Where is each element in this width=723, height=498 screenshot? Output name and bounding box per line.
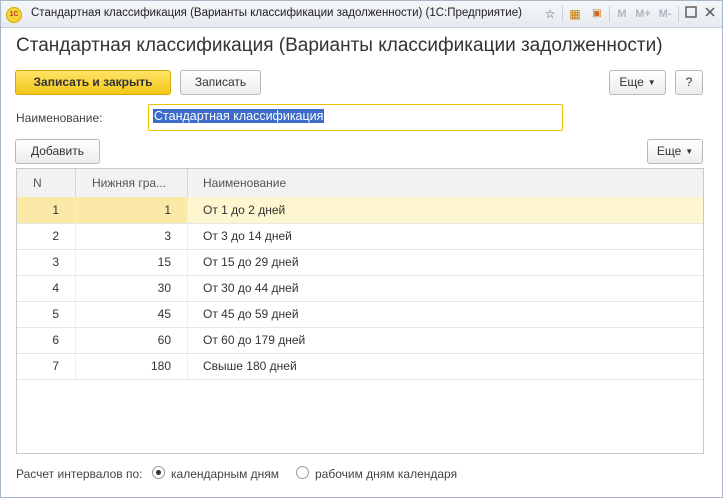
- add-row-button[interactable]: Добавить: [15, 139, 100, 164]
- cell-name: Свыше 180 дней: [203, 359, 297, 373]
- column-header-name[interactable]: Наименование: [188, 169, 703, 197]
- cell-lower-bound: 60: [76, 327, 188, 353]
- more-button[interactable]: Еще ▼: [609, 70, 666, 95]
- memory-plus-button[interactable]: M+: [633, 6, 653, 22]
- cell-n: 2: [17, 223, 76, 249]
- window-title: Стандартная классификация (Варианты клас…: [31, 7, 522, 19]
- cell-lower-bound: 3: [76, 223, 188, 249]
- cell-lower-bound: 180: [76, 353, 188, 379]
- table-row[interactable]: 2 3 От 3 до 14 дней: [17, 223, 703, 250]
- cell-name: От 1 до 2 дней: [203, 203, 286, 217]
- cell-n: 3: [17, 249, 76, 275]
- table-row[interactable]: 5 45 От 45 до 59 дней: [17, 301, 703, 328]
- name-input-value: Стандартная классификация: [153, 109, 325, 123]
- table-more-button-label: Еще: [656, 144, 682, 158]
- cell-lower-bound: 1: [76, 197, 188, 223]
- radio-calendar-days[interactable]: [152, 466, 165, 479]
- cell-lower-bound: 30: [76, 275, 188, 301]
- cell-n: 5: [17, 301, 76, 327]
- 1c-logo-icon[interactable]: 1С: [6, 7, 22, 23]
- interval-calc-label: Расчет интервалов по:: [16, 467, 143, 481]
- cell-lower-bound: 15: [76, 249, 188, 275]
- name-field-label: Наименование:: [16, 111, 103, 125]
- title-bar: 1С Стандартная классификация (Варианты к…: [1, 1, 722, 28]
- cell-n: 7: [17, 353, 76, 379]
- name-input[interactable]: Стандартная классификация: [148, 104, 563, 131]
- intervals-table[interactable]: N Нижняя гра... Наименование 1 1 От 1 до…: [16, 168, 704, 454]
- favorite-star-icon[interactable]: ☆: [542, 6, 558, 22]
- table-header: N Нижняя гра... Наименование: [17, 169, 703, 198]
- toolbar-separator: [562, 6, 563, 22]
- table-row[interactable]: 1 1 От 1 до 2 дней: [17, 197, 703, 224]
- calendar-icon[interactable]: ▣: [589, 6, 605, 22]
- memory-minus-button[interactable]: M-: [655, 6, 675, 22]
- memory-m-button[interactable]: M: [614, 6, 630, 22]
- cell-name: От 3 до 14 дней: [203, 229, 292, 243]
- radio-calendar-days-label[interactable]: календарным дням: [171, 467, 279, 481]
- cell-n: 1: [17, 197, 76, 223]
- table-more-button[interactable]: Еще ▼: [647, 139, 703, 164]
- help-button[interactable]: ?: [675, 70, 703, 95]
- page-title: Стандартная классификация (Варианты клас…: [16, 35, 663, 56]
- cell-name: От 60 до 179 дней: [203, 333, 306, 347]
- cell-n: 6: [17, 327, 76, 353]
- column-header-n[interactable]: N: [17, 169, 76, 197]
- table-row[interactable]: 6 60 От 60 до 179 дней: [17, 327, 703, 354]
- cell-lower-bound: 45: [76, 301, 188, 327]
- save-and-close-button[interactable]: Записать и закрыть: [15, 70, 171, 95]
- toolbar-separator: [609, 6, 610, 22]
- form-window: 1С Стандартная классификация (Варианты к…: [0, 0, 723, 498]
- toolbar-separator: [678, 6, 679, 22]
- table-row[interactable]: 7 180 Свыше 180 дней: [17, 353, 703, 380]
- cell-name: От 45 до 59 дней: [203, 307, 299, 321]
- chevron-down-icon: ▼: [647, 78, 656, 87]
- chevron-down-icon: ▼: [685, 147, 694, 156]
- radio-working-days-label[interactable]: рабочим дням календаря: [315, 467, 457, 481]
- cell-name: От 30 до 44 дней: [203, 281, 299, 295]
- save-button[interactable]: Записать: [180, 70, 261, 95]
- close-icon[interactable]: [702, 6, 718, 22]
- radio-working-days[interactable]: [296, 466, 309, 479]
- cell-n: 4: [17, 275, 76, 301]
- cell-name: От 15 до 29 дней: [203, 255, 299, 269]
- table-row[interactable]: 4 30 От 30 до 44 дней: [17, 275, 703, 302]
- column-header-lower-bound[interactable]: Нижняя гра...: [76, 169, 188, 197]
- calculator-icon[interactable]: ▦: [567, 6, 583, 22]
- table-row[interactable]: 3 15 От 15 до 29 дней: [17, 249, 703, 276]
- more-button-label: Еще: [619, 75, 644, 89]
- maximize-icon[interactable]: [683, 6, 699, 22]
